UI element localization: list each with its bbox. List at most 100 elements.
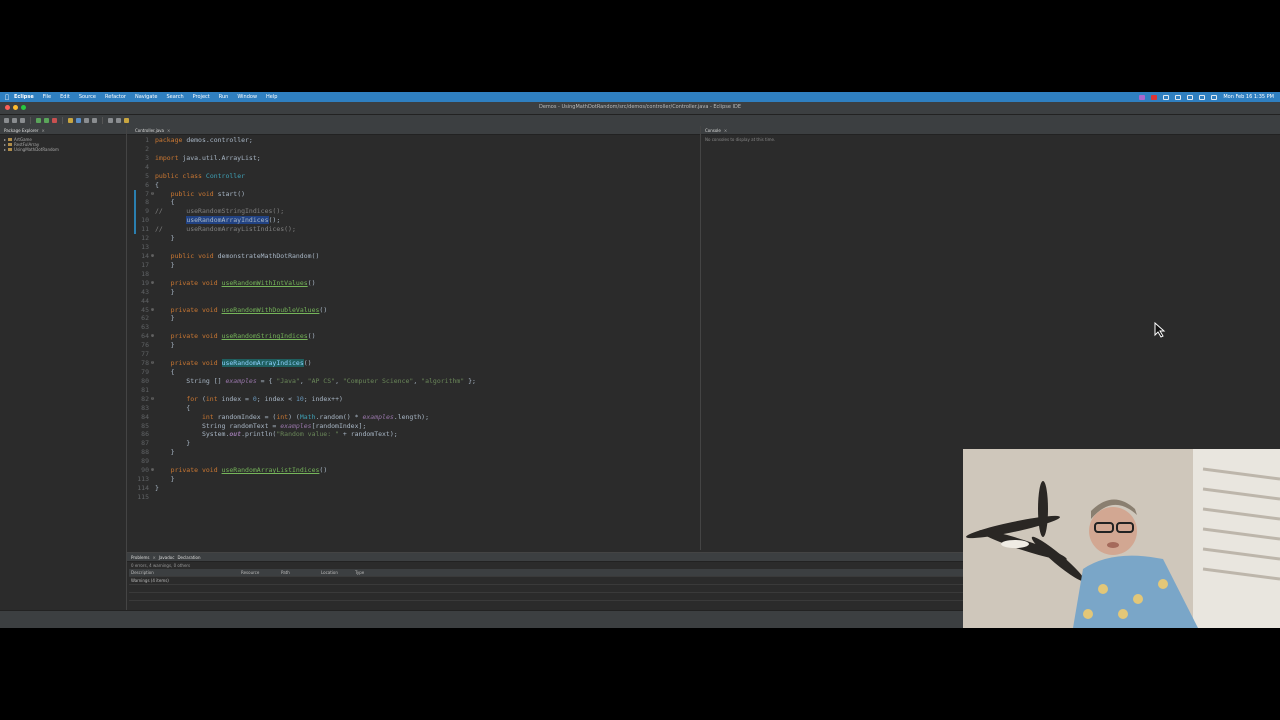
code-line[interactable]: 12 } — [133, 234, 476, 243]
menu-refactor[interactable]: Refactor — [105, 94, 126, 100]
code-line[interactable]: 87 } — [133, 439, 476, 448]
code-line[interactable]: 114} — [133, 484, 476, 493]
code-line[interactable]: 45 ⊕ private void useRandomWithDoubleValu… — [133, 306, 476, 315]
code-line[interactable]: 64 ⊕ private void useRandomStringIndices(… — [133, 332, 476, 341]
code-line[interactable]: 4 — [133, 163, 476, 172]
code-line[interactable]: 10 useRandomArrayIndices(); — [133, 216, 476, 225]
close-icon[interactable]: × — [152, 555, 155, 560]
tab-javadoc[interactable]: Javadoc — [159, 555, 175, 560]
editor-tab[interactable]: Controller.java × — [127, 126, 700, 135]
menubar-clock[interactable]: Mon Feb 16 1:35 PM — [1223, 94, 1274, 100]
save-icon[interactable] — [12, 118, 17, 123]
column-path[interactable]: Path — [279, 570, 319, 575]
code-line[interactable]: 7 ⊖ public void start() — [133, 190, 476, 199]
close-icon[interactable]: × — [42, 128, 45, 133]
code-line[interactable]: 88 } — [133, 448, 476, 457]
code-line[interactable]: 11 // useRandomArrayListIndices(); — [133, 225, 476, 234]
new-class-icon[interactable] — [76, 118, 81, 123]
menu-run[interactable]: Run — [219, 94, 229, 100]
save-all-icon[interactable] — [20, 118, 25, 123]
menu-edit[interactable]: Edit — [60, 94, 70, 100]
menu-help[interactable]: Help — [266, 94, 277, 100]
pin-icon[interactable] — [124, 118, 129, 123]
console-tab[interactable]: Console × — [701, 126, 1280, 135]
search-icon[interactable] — [1199, 94, 1206, 100]
open-type-icon[interactable] — [84, 118, 89, 123]
tree-item[interactable]: ▸ UsingMathDotRandom — [4, 147, 122, 152]
code-line[interactable]: 83 { — [133, 404, 476, 413]
column-resource[interactable]: Resource — [239, 570, 279, 575]
code-line[interactable]: 13 — [133, 243, 476, 252]
code-line[interactable]: 5 public class Controller — [133, 172, 476, 181]
code-line[interactable]: 115 — [133, 493, 476, 502]
tab-problems[interactable]: Problems — [131, 555, 149, 560]
code-line[interactable]: 80 String [] examples = { "Java", "AP CS… — [133, 377, 476, 386]
menu-project[interactable]: Project — [193, 94, 210, 100]
code-line[interactable]: 89 — [133, 457, 476, 466]
code-line[interactable]: 63 — [133, 323, 476, 332]
battery-icon[interactable] — [1175, 94, 1182, 100]
control-center-icon[interactable] — [1211, 94, 1218, 100]
new-package-icon[interactable] — [68, 118, 73, 123]
menu-app[interactable]: Eclipse — [14, 94, 34, 100]
tab-declaration[interactable]: Declaration — [177, 555, 200, 560]
menu-window[interactable]: Window — [237, 94, 257, 100]
screen-icon[interactable] — [1163, 94, 1170, 100]
code-line[interactable]: 79 { — [133, 368, 476, 377]
debug-icon[interactable] — [36, 118, 41, 123]
toolbar-divider — [62, 117, 63, 124]
code-line[interactable]: 17 } — [133, 261, 476, 270]
code-line[interactable]: 81 — [133, 386, 476, 395]
code-line[interactable]: 2 — [133, 145, 476, 154]
code-line[interactable]: 1 package demos.controller; — [133, 136, 476, 145]
code-line[interactable]: 18 — [133, 270, 476, 279]
column-location[interactable]: Location — [319, 570, 353, 575]
column-description[interactable]: Description — [129, 570, 239, 575]
line-number: 1 — [145, 136, 149, 144]
menu-navigate[interactable]: Navigate — [135, 94, 157, 100]
recording-icon[interactable] — [1139, 94, 1146, 100]
code-line[interactable]: 3 import java.util.ArrayList; — [133, 154, 476, 163]
code-line[interactable]: 90 ⊕ private void useRandomArrayListIndic… — [133, 466, 476, 475]
wifi-icon[interactable] — [1187, 94, 1194, 100]
run-icon[interactable] — [44, 118, 49, 123]
table-row[interactable]: Warnings (4 items) — [129, 577, 963, 585]
code-line[interactable]: 19 ⊕ private void useRandomWithIntValues(… — [133, 279, 476, 288]
line-number: 88 — [141, 448, 149, 457]
back-icon[interactable] — [108, 118, 113, 123]
forward-icon[interactable] — [116, 118, 121, 123]
line-number: 82 — [141, 394, 149, 403]
menu-source[interactable]: Source — [79, 94, 96, 100]
code-line[interactable]: 113 } — [133, 475, 476, 484]
search-icon[interactable] — [92, 118, 97, 123]
code-line[interactable]: 76 } — [133, 341, 476, 350]
close-icon[interactable]: × — [167, 128, 170, 133]
apple-icon[interactable]:  — [0, 94, 14, 101]
stop-icon[interactable] — [1151, 94, 1158, 100]
code-line[interactable]: 78 ⊖ private void useRandomArrayIndices() — [133, 359, 476, 368]
stop-icon[interactable] — [52, 118, 57, 123]
close-icon[interactable]: × — [724, 128, 727, 133]
code-area[interactable]: 1 package demos.controller; 2 3 import java.… — [133, 136, 476, 502]
code-line[interactable]: 9 // useRandomStringIndices(); — [133, 207, 476, 216]
code-line[interactable]: 77 — [133, 350, 476, 359]
code-line[interactable]: 86 System.out.println("Random value: " +… — [133, 430, 476, 439]
package-explorer: Package Explorer × ▸ ArtGame ▸ RestFulArra… — [0, 126, 127, 610]
code-line[interactable]: 43 } — [133, 288, 476, 297]
menu-search[interactable]: Search — [166, 94, 183, 100]
code-line[interactable]: 85 String randomText = examples[randomIn… — [133, 422, 476, 431]
package-explorer-tab[interactable]: Package Explorer × — [0, 126, 126, 135]
code-line[interactable]: 14 ⊕ public void demonstrateMathDotRandom… — [133, 252, 476, 261]
code-line[interactable]: 44 — [133, 297, 476, 306]
line-number: 77 — [141, 350, 149, 359]
code-line[interactable]: 62 } — [133, 314, 476, 323]
column-type[interactable]: Type — [353, 570, 387, 575]
code-line[interactable]: 8 { — [133, 198, 476, 207]
code-line[interactable]: 84 int randomIndex = (int) (Math.random(… — [133, 413, 476, 422]
code-line[interactable]: 6{ — [133, 181, 476, 190]
menu-file[interactable]: File — [43, 94, 51, 100]
new-icon[interactable] — [4, 118, 9, 123]
code-line[interactable]: 82 ⊖ for (int index = 0; index < 10; inde… — [133, 395, 476, 404]
code-editor[interactable]: Controller.java × 1 package demos.control… — [127, 126, 701, 550]
